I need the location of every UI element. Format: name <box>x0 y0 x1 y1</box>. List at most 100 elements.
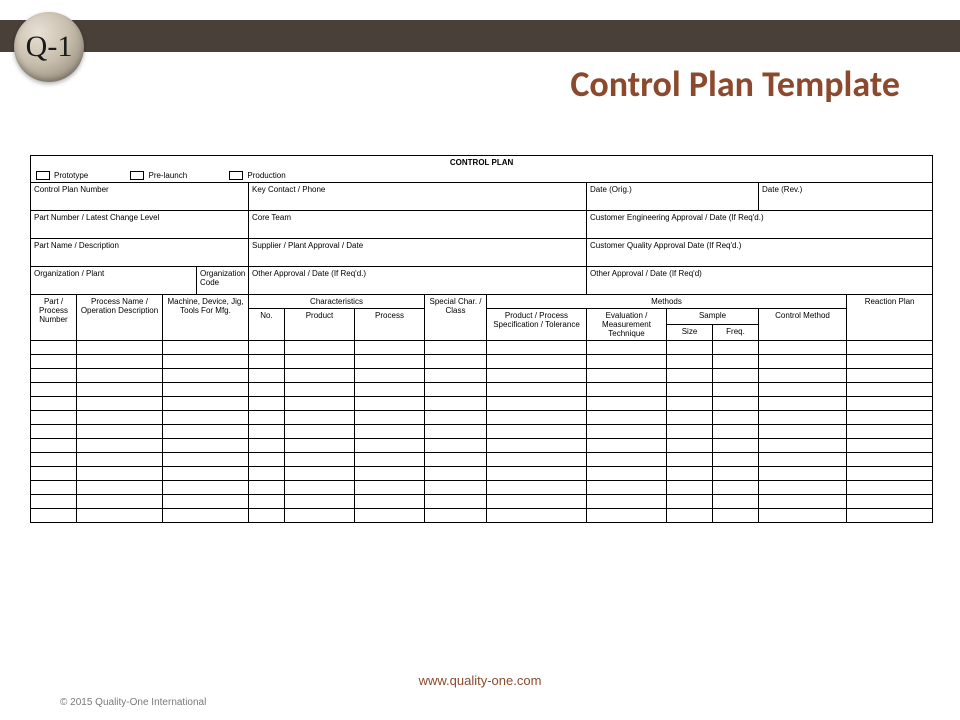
table-cell[interactable] <box>759 425 847 439</box>
table-cell[interactable] <box>667 467 713 481</box>
table-cell[interactable] <box>587 341 667 355</box>
table-cell[interactable] <box>713 355 759 369</box>
table-cell[interactable] <box>355 341 425 355</box>
table-cell[interactable] <box>667 453 713 467</box>
table-cell[interactable] <box>759 397 847 411</box>
field-part-number[interactable]: Part Number / Latest Change Level <box>31 211 249 239</box>
table-cell[interactable] <box>487 481 587 495</box>
field-other-approval-2[interactable]: Other Approval / Date (If Req'd) <box>587 267 933 295</box>
checkbox-prototype[interactable] <box>36 171 50 180</box>
table-cell[interactable] <box>847 355 933 369</box>
table-cell[interactable] <box>847 453 933 467</box>
table-cell[interactable] <box>487 341 587 355</box>
table-cell[interactable] <box>355 369 425 383</box>
table-cell[interactable] <box>847 467 933 481</box>
table-cell[interactable] <box>487 355 587 369</box>
table-cell[interactable] <box>285 467 355 481</box>
table-cell[interactable] <box>587 439 667 453</box>
table-cell[interactable] <box>713 383 759 397</box>
table-cell[interactable] <box>31 341 77 355</box>
field-supplier-approval[interactable]: Supplier / Plant Approval / Date <box>249 239 587 267</box>
table-cell[interactable] <box>713 495 759 509</box>
table-cell[interactable] <box>355 439 425 453</box>
table-cell[interactable] <box>355 453 425 467</box>
table-cell[interactable] <box>77 341 163 355</box>
table-cell[interactable] <box>587 383 667 397</box>
table-cell[interactable] <box>667 411 713 425</box>
table-cell[interactable] <box>285 439 355 453</box>
checkbox-production[interactable] <box>229 171 243 180</box>
table-cell[interactable] <box>587 355 667 369</box>
table-cell[interactable] <box>355 467 425 481</box>
table-cell[interactable] <box>759 369 847 383</box>
table-cell[interactable] <box>355 383 425 397</box>
table-cell[interactable] <box>425 495 487 509</box>
table-cell[interactable] <box>163 481 249 495</box>
table-cell[interactable] <box>847 383 933 397</box>
table-cell[interactable] <box>249 453 285 467</box>
table-cell[interactable] <box>667 383 713 397</box>
table-cell[interactable] <box>847 341 933 355</box>
table-cell[interactable] <box>163 397 249 411</box>
table-cell[interactable] <box>163 467 249 481</box>
table-cell[interactable] <box>759 467 847 481</box>
table-cell[interactable] <box>487 509 587 523</box>
table-cell[interactable] <box>285 341 355 355</box>
field-date-rev[interactable]: Date (Rev.) <box>759 183 933 211</box>
table-cell[interactable] <box>587 369 667 383</box>
table-cell[interactable] <box>713 425 759 439</box>
table-cell[interactable] <box>285 509 355 523</box>
table-cell[interactable] <box>355 495 425 509</box>
table-cell[interactable] <box>249 397 285 411</box>
footer-url[interactable]: www.quality-one.com <box>0 673 960 688</box>
table-cell[interactable] <box>759 439 847 453</box>
table-cell[interactable] <box>425 355 487 369</box>
table-cell[interactable] <box>355 509 425 523</box>
table-cell[interactable] <box>285 383 355 397</box>
table-cell[interactable] <box>487 495 587 509</box>
table-cell[interactable] <box>759 453 847 467</box>
table-cell[interactable] <box>587 509 667 523</box>
field-part-name[interactable]: Part Name / Description <box>31 239 249 267</box>
table-cell[interactable] <box>249 467 285 481</box>
table-cell[interactable] <box>285 411 355 425</box>
table-cell[interactable] <box>77 369 163 383</box>
table-cell[interactable] <box>847 439 933 453</box>
table-cell[interactable] <box>249 411 285 425</box>
table-cell[interactable] <box>249 341 285 355</box>
table-cell[interactable] <box>285 481 355 495</box>
table-cell[interactable] <box>425 509 487 523</box>
table-cell[interactable] <box>31 411 77 425</box>
table-cell[interactable] <box>425 341 487 355</box>
table-cell[interactable] <box>163 383 249 397</box>
table-cell[interactable] <box>667 369 713 383</box>
table-cell[interactable] <box>487 467 587 481</box>
field-cust-eng-approval[interactable]: Customer Engineering Approval / Date (If… <box>587 211 933 239</box>
table-cell[interactable] <box>487 369 587 383</box>
table-cell[interactable] <box>31 453 77 467</box>
table-cell[interactable] <box>425 397 487 411</box>
table-cell[interactable] <box>425 369 487 383</box>
table-cell[interactable] <box>487 411 587 425</box>
table-cell[interactable] <box>77 425 163 439</box>
table-cell[interactable] <box>487 397 587 411</box>
table-cell[interactable] <box>249 439 285 453</box>
table-cell[interactable] <box>667 495 713 509</box>
table-cell[interactable] <box>163 495 249 509</box>
table-cell[interactable] <box>163 425 249 439</box>
table-cell[interactable] <box>759 383 847 397</box>
table-cell[interactable] <box>487 453 587 467</box>
table-cell[interactable] <box>77 481 163 495</box>
table-cell[interactable] <box>31 509 77 523</box>
table-cell[interactable] <box>847 369 933 383</box>
table-cell[interactable] <box>355 411 425 425</box>
table-cell[interactable] <box>31 439 77 453</box>
table-cell[interactable] <box>713 467 759 481</box>
table-cell[interactable] <box>425 467 487 481</box>
table-cell[interactable] <box>77 439 163 453</box>
table-cell[interactable] <box>77 397 163 411</box>
table-cell[interactable] <box>587 453 667 467</box>
table-cell[interactable] <box>487 425 587 439</box>
table-cell[interactable] <box>713 453 759 467</box>
table-cell[interactable] <box>31 425 77 439</box>
